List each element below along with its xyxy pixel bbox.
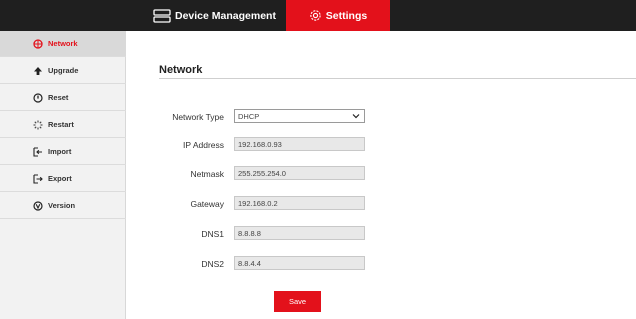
dns2-label: DNS2 <box>201 259 224 269</box>
network-type-label: Network Type <box>172 112 224 122</box>
gateway-field[interactable]: 192.168.0.2 <box>234 196 365 210</box>
gateway-value: 192.168.0.2 <box>238 198 278 208</box>
tab-label: Settings <box>325 9 368 22</box>
ip-address-field[interactable]: 192.168.0.93 <box>234 137 365 151</box>
save-button[interactable]: Save <box>274 291 321 312</box>
sidebar-item-upgrade[interactable]: Upgrade <box>0 58 126 84</box>
sidebar-item-import[interactable]: Import <box>0 139 126 165</box>
top-navigation-bar: Device Management Settings <box>0 0 636 31</box>
dns1-label: DNS1 <box>201 229 224 239</box>
sidebar: Network Upgrade Reset Restart Import Exp… <box>0 31 126 319</box>
netmask-field[interactable]: 255.255.254.0 <box>234 166 365 180</box>
spinner-icon <box>33 120 43 130</box>
sidebar-item-label: Import <box>48 147 72 156</box>
sidebar-item-reset[interactable]: Reset <box>0 85 126 111</box>
tab-label: Device Management <box>175 9 276 22</box>
main-content: Network Network Type DHCP IP Address 192… <box>126 31 636 319</box>
tab-device-management[interactable]: Device Management <box>150 0 286 31</box>
sidebar-item-version[interactable]: Version <box>0 193 126 219</box>
gateway-label: Gateway <box>190 199 224 209</box>
sidebar-item-label: Restart <box>48 120 74 129</box>
reset-icon <box>33 92 43 103</box>
dns2-field[interactable]: 8.8.4.4 <box>234 256 365 270</box>
sidebar-item-export[interactable]: Export <box>0 166 126 192</box>
sidebar-item-label: Version <box>48 201 76 210</box>
netmask-label: Netmask <box>190 169 224 179</box>
network-icon <box>33 38 43 49</box>
ip-address-value: 192.168.0.93 <box>238 139 282 149</box>
sidebar-item-restart[interactable]: Restart <box>0 112 126 138</box>
page-title: Network <box>159 64 203 76</box>
ip-address-label: IP Address <box>183 140 224 150</box>
import-icon <box>33 146 43 157</box>
dns1-value: 8.8.8.8 <box>238 228 261 238</box>
arrow-up-icon <box>33 66 43 76</box>
gear-icon <box>309 9 322 22</box>
tab-settings[interactable]: Settings <box>286 0 390 31</box>
network-type-value: DHCP <box>238 111 260 121</box>
sidebar-item-label: Export <box>48 174 72 183</box>
netmask-value: 255.255.254.0 <box>238 168 286 178</box>
export-icon <box>33 173 43 184</box>
title-divider <box>159 78 636 79</box>
sidebar-item-label: Reset <box>48 93 69 102</box>
sidebar-item-label: Upgrade <box>48 66 79 75</box>
version-icon <box>33 200 43 211</box>
dns2-value: 8.8.4.4 <box>238 258 261 268</box>
dns1-field[interactable]: 8.8.8.8 <box>234 226 365 240</box>
sidebar-item-network[interactable]: Network <box>0 31 126 57</box>
device-management-icon <box>153 8 171 23</box>
sidebar-item-label: Network <box>48 39 78 48</box>
network-type-select[interactable]: DHCP <box>234 109 365 123</box>
chevron-down-icon <box>352 112 360 121</box>
